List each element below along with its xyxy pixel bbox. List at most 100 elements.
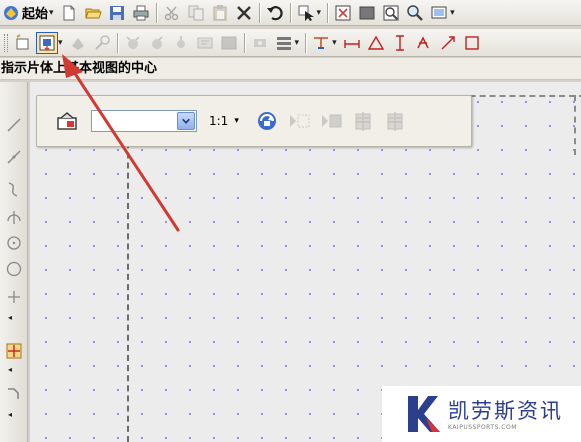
dimension-vertical-button[interactable] [389, 32, 411, 54]
orient-view-button[interactable] [253, 107, 281, 135]
zoom-window-button[interactable] [380, 2, 402, 24]
half-section-button[interactable] [146, 32, 168, 54]
centerline-button[interactable] [310, 32, 332, 54]
watermark-title: 凯劳斯资讯 [448, 398, 563, 423]
radius-dimension-icon [441, 35, 455, 49]
copy-button[interactable] [185, 2, 207, 24]
dimension-angular-button[interactable] [365, 32, 387, 54]
watermark-subtitle: KAIPUSSPORTS.COM [448, 423, 517, 431]
projected-view-play-button[interactable] [285, 107, 313, 135]
select-pointer-icon [298, 5, 314, 21]
start-app-icon [4, 5, 18, 20]
section-cut-button[interactable] [349, 107, 377, 135]
new-file-icon [63, 5, 75, 20]
section-cut-icon [355, 112, 371, 131]
display-mode-dropdown[interactable]: ▾ [450, 2, 455, 24]
scale-value[interactable]: 1:1 [209, 114, 228, 128]
undo-button[interactable] [264, 2, 286, 24]
projected-view-solid-icon [321, 114, 342, 128]
detail-view-icon [94, 34, 110, 50]
shaded-view-button[interactable] [356, 2, 378, 24]
dimension-radius-button[interactable] [437, 32, 459, 54]
shaded-view-icon [359, 6, 375, 19]
magnifier-icon [407, 4, 423, 21]
zoom-button[interactable] [404, 2, 426, 24]
circle-tool-button[interactable] [3, 258, 25, 280]
view-style-button[interactable] [273, 32, 295, 54]
view-style-icon [276, 36, 291, 50]
start-menu-button[interactable]: 起始 [0, 2, 50, 24]
paste-button[interactable] [209, 2, 231, 24]
toolbar-grip[interactable] [4, 33, 8, 52]
base-view-floating-toolbar: 1:1 ▾ [36, 95, 472, 147]
scale-dropdown[interactable]: ▾ [234, 116, 239, 126]
new-file-button[interactable] [58, 2, 80, 24]
dimension-horizontal-button[interactable] [341, 32, 363, 54]
half-section-icon [151, 35, 163, 49]
view-orientation-select[interactable] [91, 110, 197, 132]
revolved-section-icon [176, 35, 185, 48]
point-tool-button[interactable] [3, 286, 25, 308]
open-folder-button[interactable] [82, 2, 104, 24]
left-toolbar-collapse[interactable]: ◂ [8, 410, 12, 419]
scissors-icon [164, 6, 178, 20]
view-settings-icon [57, 112, 77, 130]
projected-view-button[interactable] [67, 32, 89, 54]
dimension-chain-button[interactable] [413, 32, 435, 54]
projected-view-play-icon [289, 114, 310, 128]
chain-dimension-icon [416, 35, 429, 48]
chevron-down-icon [182, 118, 190, 124]
broken-view-button[interactable] [194, 32, 216, 54]
cue-prompt-text: 指示片体上基本视图的中心 [1, 61, 158, 76]
new-sheet-icon [16, 33, 29, 49]
view-select-dropdown-button[interactable] [177, 112, 195, 130]
display-mode-button[interactable] [428, 2, 450, 24]
view-boundary-button[interactable] [218, 32, 240, 54]
view-settings-button[interactable] [53, 107, 81, 135]
spline-tool-button[interactable] [3, 178, 25, 200]
polyline-tool-button[interactable] [3, 146, 25, 168]
revolved-section-button[interactable] [170, 32, 192, 54]
update-views-button[interactable] [249, 32, 271, 54]
section-view-button[interactable] [122, 32, 144, 54]
line-icon [7, 118, 21, 132]
left-toolbar-collapse[interactable]: ◂ [8, 313, 12, 322]
open-folder-icon [84, 8, 102, 18]
new-sheet-button[interactable] [12, 32, 34, 54]
view-style-dropdown[interactable]: ▾ [295, 32, 300, 54]
projected-view-solid-button[interactable] [317, 107, 345, 135]
toolbar-separator [243, 32, 245, 53]
line-tool-button[interactable] [3, 114, 25, 136]
select-tool-button[interactable] [295, 2, 317, 24]
dimension-baseline-button[interactable] [461, 32, 483, 54]
fit-view-icon [335, 5, 351, 20]
centerline-dropdown[interactable]: ▾ [332, 32, 337, 54]
fit-view-button[interactable] [332, 2, 354, 24]
start-menu-dropdown[interactable]: ▾ [49, 2, 54, 24]
zoom-window-icon [383, 5, 399, 20]
save-button[interactable] [106, 2, 128, 24]
section-cut-alt-button[interactable] [381, 107, 409, 135]
left-toolbar-collapse[interactable]: ◂ [8, 365, 12, 374]
drawing-toolbar: ▾ ▾ ▾ [0, 29, 581, 57]
watermark: 凯劳斯资讯 KAIPUSSPORTS.COM [382, 386, 581, 442]
base-view-button[interactable] [36, 31, 58, 54]
centerline-icon [314, 36, 329, 49]
base-view-dropdown[interactable]: ▾ [58, 32, 63, 54]
detail-view-button[interactable] [91, 32, 113, 54]
cut-button[interactable] [161, 2, 183, 24]
select-tool-dropdown[interactable]: ▾ [317, 2, 322, 24]
cue-line: 指示片体上基本视图的中心 [0, 58, 581, 80]
toolbar-separator [258, 2, 260, 23]
snap-grid-icon [6, 343, 22, 359]
circle-center-icon [7, 236, 21, 250]
annotation-tool-button[interactable] [3, 382, 25, 404]
delete-button[interactable] [233, 2, 255, 24]
print-button[interactable] [130, 2, 152, 24]
toolbar-separator [155, 2, 157, 23]
undo-arrow-icon [266, 5, 283, 20]
circle-center-tool-button[interactable] [3, 232, 25, 254]
snap-grid-button[interactable] [3, 340, 25, 362]
arc-tool-button[interactable] [3, 206, 25, 228]
delete-x-icon [236, 5, 251, 20]
